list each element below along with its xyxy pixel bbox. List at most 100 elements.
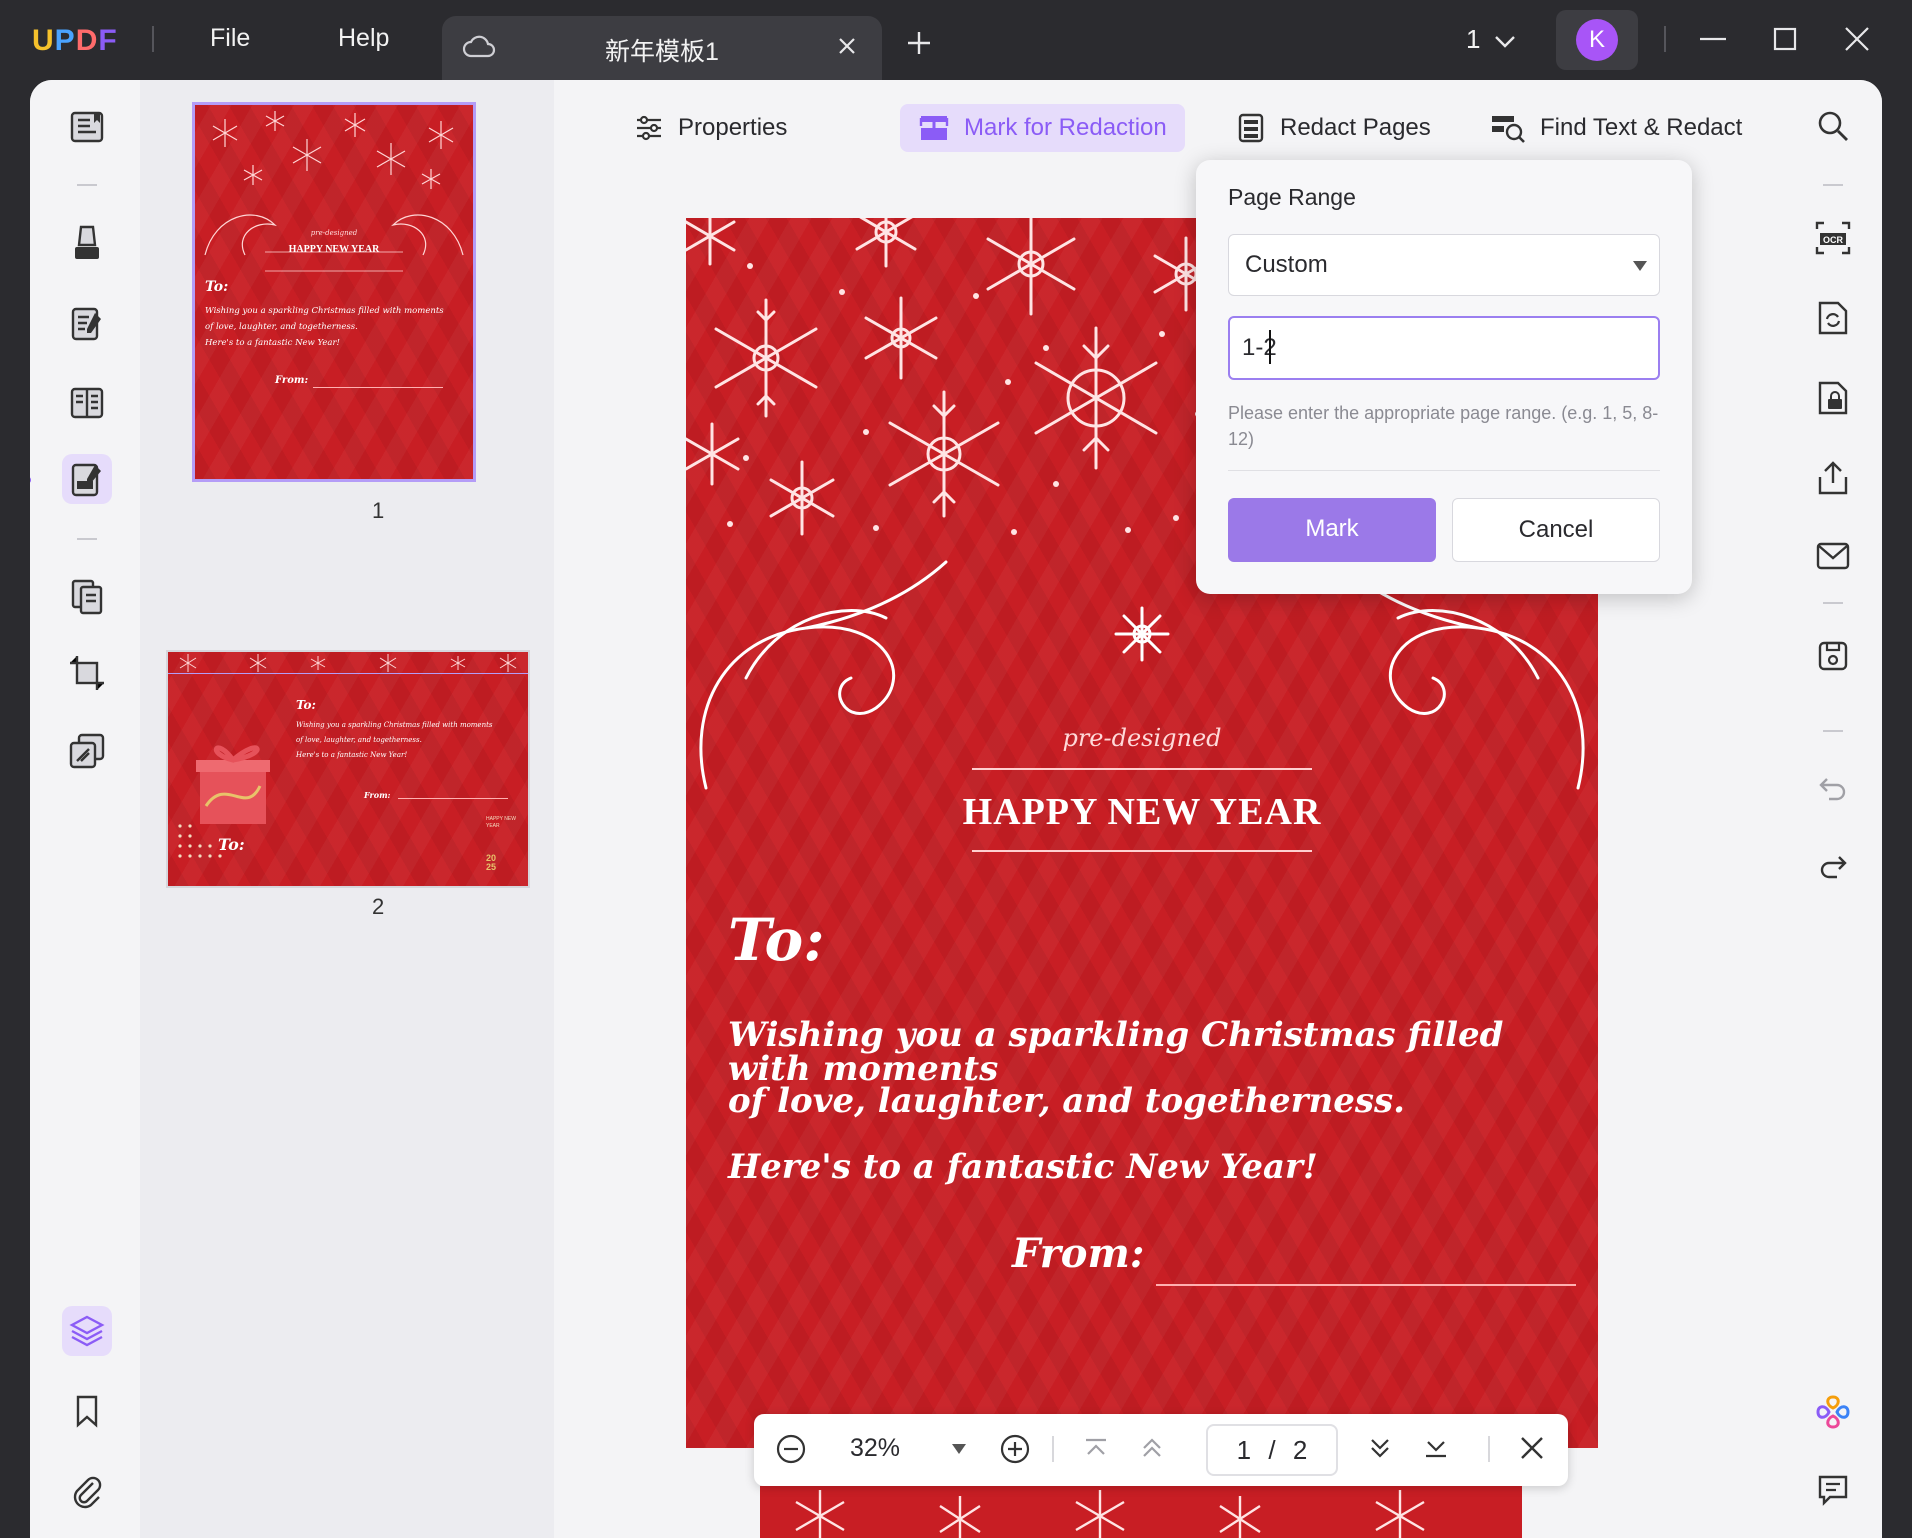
ai-assistant-icon xyxy=(1816,1395,1850,1429)
redact-pages-label: Redact Pages xyxy=(1280,114,1431,141)
search-button[interactable] xyxy=(1813,106,1853,146)
page-thumbnail-2[interactable]: To: To: Wishing you a sparkling Christma… xyxy=(166,650,530,888)
ai-assistant-button[interactable] xyxy=(1813,1392,1853,1432)
thumb2-from-line xyxy=(398,798,508,799)
pre-designed-text: pre-designed xyxy=(1062,724,1222,752)
page-thumbnail-1[interactable]: pre-designed HAPPY NEW YEAR To: Wishing … xyxy=(192,102,476,482)
snowflake-decoration xyxy=(204,111,464,272)
properties-button[interactable]: Properties xyxy=(634,104,787,152)
account-button[interactable]: K xyxy=(1556,10,1638,70)
minimize-icon[interactable] xyxy=(1696,22,1730,56)
page-tools-button[interactable] xyxy=(62,726,112,776)
comment-tool-button[interactable] xyxy=(62,218,112,268)
page-range-title: Page Range xyxy=(1228,184,1356,210)
zoom-dropdown-icon[interactable] xyxy=(950,1442,968,1456)
attachments-button[interactable] xyxy=(62,1466,112,1516)
edit-tool-button[interactable] xyxy=(62,298,112,348)
bookmarks-button[interactable] xyxy=(62,1386,112,1436)
message-line-2: of love, laughter, and togetherness. xyxy=(728,1081,1405,1121)
close-zoom-bar-icon[interactable] xyxy=(1516,1432,1548,1464)
organize-pages-button[interactable] xyxy=(62,572,112,622)
thumbnail-page-number: 2 xyxy=(372,894,385,919)
thumb-heading: HAPPY NEW YEAR xyxy=(288,244,380,255)
last-page-icon[interactable] xyxy=(1420,1432,1452,1464)
reader-mode-button[interactable] xyxy=(62,102,112,152)
comments-panel-button[interactable] xyxy=(1813,1470,1853,1510)
share-button[interactable] xyxy=(1813,458,1853,498)
to-label: To: xyxy=(728,906,825,974)
previous-page-icon[interactable] xyxy=(1136,1432,1168,1464)
maximize-icon[interactable] xyxy=(1768,22,1802,56)
window-page-indicator[interactable]: 1 xyxy=(1466,24,1480,55)
redo-button[interactable] xyxy=(1813,846,1853,886)
form-tool-button[interactable] xyxy=(62,378,112,428)
page-separator: / xyxy=(1268,1435,1276,1465)
search-icon xyxy=(1818,111,1848,141)
thumb-header-band xyxy=(168,652,528,674)
menu-file[interactable]: File xyxy=(210,24,250,53)
zoom-in-icon[interactable] xyxy=(998,1432,1032,1466)
chevron-down-icon[interactable] xyxy=(1492,28,1518,54)
convert-button[interactable] xyxy=(1813,298,1853,338)
thumb-message-line: Here's to a fantastic New Year! xyxy=(205,338,340,348)
crop-tool-button[interactable] xyxy=(62,648,112,698)
email-button[interactable] xyxy=(1813,536,1853,576)
thumb2-from-label: From: xyxy=(364,790,391,800)
right-tool-rail: OCR xyxy=(1784,80,1882,1538)
zoom-navigation-bar: 32% 1 / 2 xyxy=(754,1414,1568,1486)
thumbnails-panel: pre-designed HAPPY NEW YEAR To: Wishing … xyxy=(140,80,554,1538)
zoom-bar-separator xyxy=(1488,1436,1490,1462)
save-button[interactable] xyxy=(1813,636,1853,676)
dropdown-caret-icon xyxy=(1633,261,1647,271)
mark-for-redaction-label: Mark for Redaction xyxy=(964,114,1167,141)
thumb2-message-line: of love, laughter, and togetherness. xyxy=(296,736,422,744)
mark-redaction-icon xyxy=(919,116,949,140)
close-tab-icon[interactable] xyxy=(832,31,862,61)
zoom-out-icon[interactable] xyxy=(774,1432,808,1466)
menu-help[interactable]: Help xyxy=(338,24,389,53)
comment-icon xyxy=(1818,1475,1848,1506)
dot-pattern-decoration xyxy=(178,824,222,858)
layers-button[interactable] xyxy=(62,1306,112,1356)
ocr-button[interactable]: OCR xyxy=(1813,218,1853,258)
page-range-select[interactable]: Custom xyxy=(1228,234,1660,296)
thumb2-badge-text: HAPPY NEW YEAR xyxy=(486,816,516,829)
page-range-input[interactable] xyxy=(1228,316,1660,380)
rail-separator xyxy=(1823,184,1843,186)
next-page-icon[interactable] xyxy=(1364,1432,1396,1464)
total-pages: 2 xyxy=(1292,1435,1308,1465)
undo-button[interactable] xyxy=(1813,768,1853,808)
thumb2-message-line: Wishing you a sparkling Christmas filled… xyxy=(296,721,493,729)
pdf-page-2-preview[interactable] xyxy=(760,1486,1522,1538)
ocr-icon: OCR xyxy=(1815,221,1851,255)
from-signature-line xyxy=(1156,1284,1576,1286)
document-tab[interactable]: 新年模板1 xyxy=(442,16,882,80)
find-text-redact-label: Find Text & Redact xyxy=(1540,114,1743,141)
thumb2-badge-year: 20 25 xyxy=(486,853,497,872)
find-text-redact-button[interactable]: Find Text & Redact xyxy=(1490,104,1742,152)
zoom-bar-separator xyxy=(1052,1436,1054,1462)
protect-redact-tool-button[interactable] xyxy=(62,454,112,504)
find-redact-icon xyxy=(1492,116,1525,143)
popup-divider xyxy=(1228,470,1660,471)
share-icon xyxy=(1818,461,1848,495)
mark-for-redaction-button[interactable]: Mark for Redaction xyxy=(900,104,1185,152)
thumb-message-line: Wishing you a sparkling Christmas filled… xyxy=(205,306,444,316)
rail-separator xyxy=(77,538,97,540)
protect-button[interactable] xyxy=(1813,378,1853,418)
close-window-icon[interactable] xyxy=(1840,22,1874,56)
redact-pages-button[interactable]: Redact Pages xyxy=(1236,104,1431,152)
organize-pages-icon xyxy=(71,579,103,615)
bookmark-icon xyxy=(76,1395,98,1428)
zoom-percentage[interactable]: 32% xyxy=(850,1434,900,1463)
snowflake-decoration xyxy=(795,1490,1425,1538)
mark-button[interactable]: Mark xyxy=(1228,498,1436,562)
page-number-box[interactable]: 1 / 2 xyxy=(1206,1424,1338,1476)
cancel-button[interactable]: Cancel xyxy=(1452,498,1660,562)
first-page-icon[interactable] xyxy=(1080,1432,1112,1464)
layers-icon xyxy=(69,1315,105,1347)
thumb-from-line xyxy=(313,387,443,388)
svg-text:OCR: OCR xyxy=(1823,235,1844,245)
convert-icon xyxy=(1818,301,1848,335)
new-tab-icon[interactable] xyxy=(904,28,934,58)
